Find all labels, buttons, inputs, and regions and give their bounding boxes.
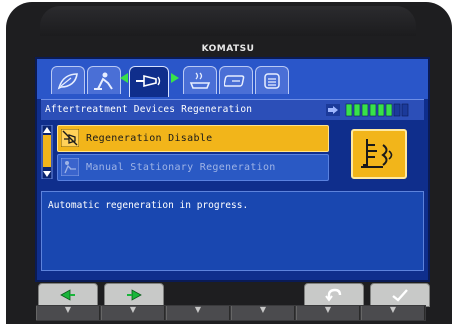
function-key-return[interactable] [304, 283, 364, 307]
function-key-left[interactable] [38, 283, 98, 307]
tab-regeneration[interactable] [129, 66, 169, 97]
hard-key-f1[interactable]: ▼ [36, 305, 100, 320]
exhaust-regeneration-icon [136, 74, 161, 88]
tab-maintenance[interactable] [219, 66, 253, 94]
menu-scrollbar[interactable] [41, 125, 53, 179]
tab-prev-arrow-icon [120, 73, 128, 83]
menu-item-label: Manual Stationary Regeneration [86, 162, 276, 173]
regeneration-disable-icon [61, 129, 79, 147]
leaf-eco-icon [57, 73, 78, 90]
return-icon [325, 288, 342, 302]
hard-key-arrow-icon: ▼ [64, 305, 72, 314]
message-area: Automatic regeneration in progress. [41, 191, 424, 271]
service-person-icon [94, 72, 113, 90]
hard-key-arrow-icon: ▼ [389, 305, 397, 314]
soot-level-bar [369, 103, 377, 117]
menu-item-regeneration-disable[interactable]: Regeneration Disable [57, 125, 329, 152]
hard-key-row: ▼ ▼ ▼ ▼ ▼ ▼ [36, 305, 426, 321]
tab-next-arrow-icon [171, 73, 179, 83]
heater-icon [189, 72, 211, 89]
screen-title-bar: Aftertreatment Devices Regeneration [41, 99, 424, 120]
arrow-right-icon [127, 289, 142, 301]
regeneration-status-icon [351, 129, 407, 179]
hard-key-f2[interactable]: ▼ [101, 305, 165, 320]
manual-regeneration-icon [61, 158, 79, 176]
hard-key-f4[interactable]: ▼ [231, 305, 295, 320]
hard-key-f5[interactable]: ▼ [296, 305, 360, 320]
wrench-message-icon [224, 75, 245, 87]
menu-item-label: Regeneration Disable [86, 133, 213, 144]
hard-key-f6[interactable]: ▼ [361, 305, 425, 320]
tab-heater[interactable] [183, 66, 217, 94]
monitor-bezel-top [40, 6, 416, 36]
hard-key-arrow-icon: ▼ [129, 305, 137, 314]
soot-level-bar [393, 103, 401, 117]
brand-logo: KOMATSU [201, 44, 255, 54]
monitor-screen: Aftertreatment Devices Regeneration Rege… [35, 57, 430, 282]
checkmark-icon [392, 289, 408, 302]
exhaust-regeneration-large-icon [361, 139, 393, 168]
menu-item-manual-stationary-regeneration[interactable]: Manual Stationary Regeneration [57, 154, 329, 181]
soot-level-bar [385, 103, 393, 117]
hard-key-arrow-icon: ▼ [194, 305, 202, 314]
tab-eco[interactable] [51, 66, 85, 94]
tab-strip [37, 59, 428, 99]
screen-title: Aftertreatment Devices Regeneration [45, 104, 253, 115]
soot-level-gauge [326, 103, 409, 117]
hard-key-arrow-icon: ▼ [324, 305, 332, 314]
soot-level-bar [345, 103, 353, 117]
list-icon [264, 73, 280, 89]
tab-list[interactable] [255, 66, 289, 94]
soot-level-bar [353, 103, 361, 117]
hard-key-arrow-icon: ▼ [259, 305, 267, 314]
soot-level-bar [361, 103, 369, 117]
tab-service[interactable] [87, 66, 121, 94]
hard-key-f3[interactable]: ▼ [166, 305, 230, 320]
arrow-left-icon [60, 289, 75, 301]
function-key-right[interactable] [104, 283, 164, 307]
soot-level-bar [401, 103, 409, 117]
status-message: Automatic regeneration in progress. [48, 200, 249, 211]
function-key-confirm[interactable] [370, 283, 430, 307]
soot-level-bar [377, 103, 385, 117]
scroll-thumb [43, 135, 51, 167]
